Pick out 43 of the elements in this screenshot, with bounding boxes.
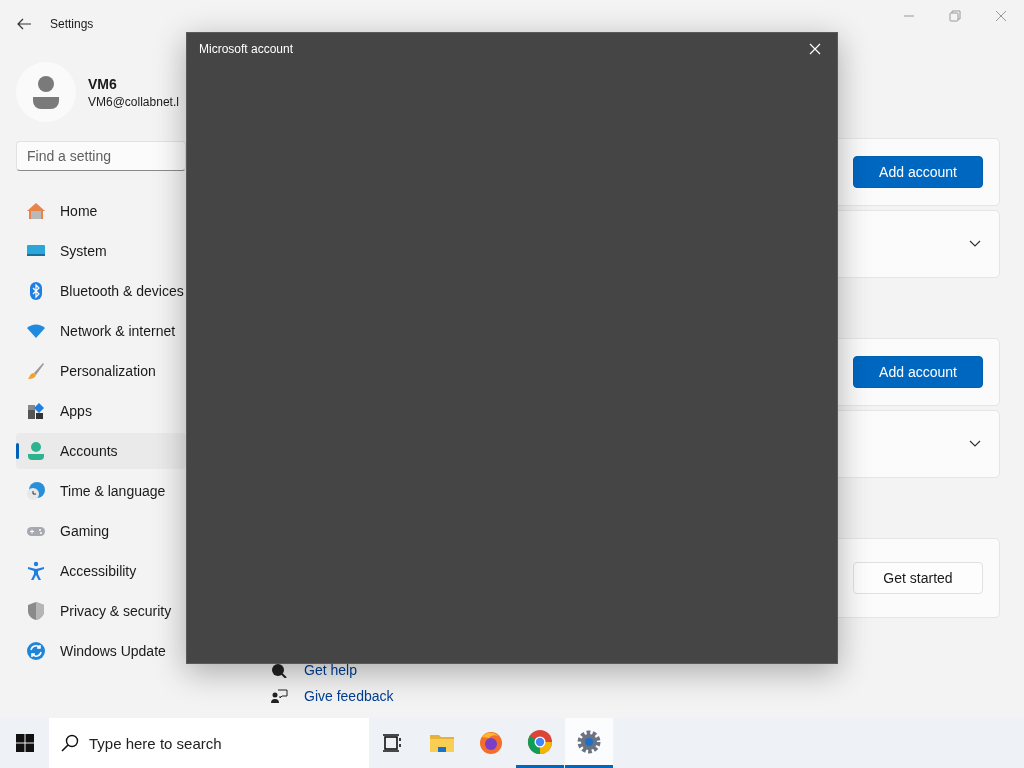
- person-icon: [32, 75, 60, 109]
- selection-indicator: [16, 443, 19, 459]
- dialog-title: Microsoft account: [199, 42, 294, 56]
- update-icon: [26, 641, 46, 661]
- start-button[interactable]: Get started: [853, 562, 983, 594]
- user-name: VM6: [88, 75, 118, 92]
- link[interactable]: Get help: [270, 660, 1000, 680]
- nav-item[interactable]: Accessibility: [16, 553, 186, 589]
- taskbar-search-field[interactable]: Type here to search: [49, 718, 369, 768]
- user-email: VM6@collabnet.l: [88, 94, 179, 109]
- home-icon: [26, 201, 46, 221]
- nav-item[interactable]: System: [16, 233, 186, 269]
- link[interactable]: Give feedback: [270, 686, 1000, 706]
- window-title: Settings: [50, 17, 94, 31]
- nav-item[interactable]: Home: [16, 193, 186, 229]
- firefox-icon: [478, 730, 504, 756]
- nav-item[interactable]: Time & language: [16, 473, 186, 509]
- windows-logo-icon[interactable]: [16, 734, 34, 752]
- gear-icon: [576, 728, 602, 755]
- feedback-icon: [270, 688, 288, 704]
- chevron-down-icon: [969, 240, 981, 248]
- add-button[interactable]: Add account: [853, 156, 983, 188]
- nav-item[interactable]: Bluetooth & devices: [16, 273, 186, 309]
- paintbrush-icon: [26, 361, 46, 381]
- nav-item[interactable]: Accounts: [16, 433, 186, 469]
- accessibility-icon: [26, 561, 46, 581]
- help-icon: [270, 662, 288, 678]
- shield-icon: [26, 601, 46, 621]
- chevron-down-icon: [969, 440, 981, 448]
- chrome-icon: [527, 728, 553, 755]
- nav-item[interactable]: Privacy & security: [16, 593, 186, 629]
- nav-item[interactable]: Network & internet: [16, 313, 186, 349]
- nav-item[interactable]: Personalization: [16, 353, 186, 389]
- nav-item[interactable]: Windows Update: [16, 633, 186, 669]
- globe-clock-icon: [26, 481, 46, 501]
- taskbar-button[interactable]: [565, 718, 613, 768]
- apps-icon: [26, 401, 46, 421]
- search-field[interactable]: Find a setting: [16, 141, 186, 171]
- add-button[interactable]: Add account: [853, 356, 983, 388]
- nav-item[interactable]: Gaming: [16, 513, 186, 549]
- back-arrow-icon[interactable]: [16, 16, 32, 32]
- nav-item[interactable]: Apps: [16, 393, 186, 429]
- person-icon: [26, 441, 46, 461]
